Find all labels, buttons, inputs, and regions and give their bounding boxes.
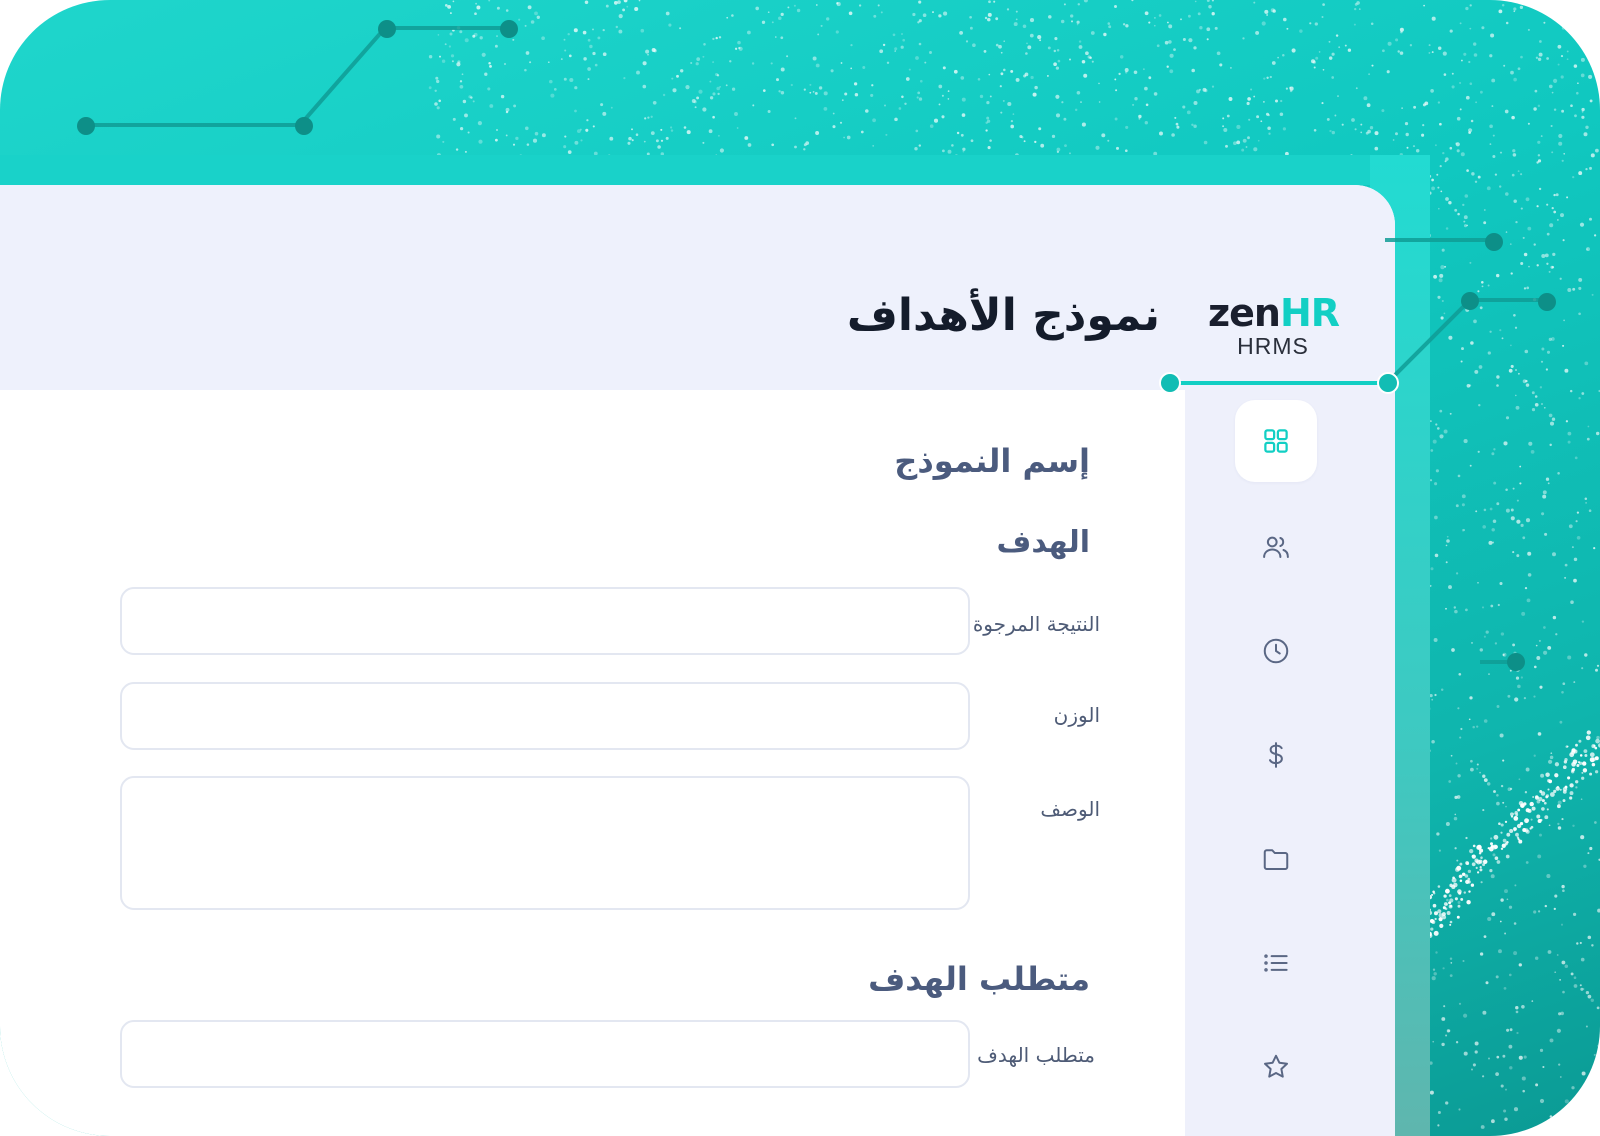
page-title: نموذج الأهداف — [846, 290, 1160, 341]
users-icon — [1263, 536, 1289, 558]
goal-requirement-label: متطلب الهدف — [977, 1043, 1095, 1067]
list-icon — [1264, 954, 1288, 972]
dollar-icon — [1269, 742, 1283, 768]
goal-requirement-input[interactable] — [120, 1020, 970, 1088]
app-window: نموذج الأهداف zenHR HRMS إسم النموذج اله… — [0, 185, 1395, 1136]
sidebar-item-employees[interactable] — [1235, 506, 1317, 588]
weight-input[interactable] — [120, 682, 970, 750]
expected-result-label: النتيجة المرجوة — [972, 612, 1100, 636]
sidebar-item-dashboard[interactable] — [1235, 400, 1317, 482]
sidebar-item-payroll[interactable] — [1235, 714, 1317, 796]
description-label: الوصف — [1040, 797, 1100, 821]
clock-icon — [1263, 638, 1289, 664]
expected-result-input[interactable] — [120, 587, 970, 655]
app-header: نموذج الأهداف zenHR HRMS — [0, 185, 1395, 390]
logo-zen-text: zen — [1208, 291, 1281, 335]
sidebar — [1185, 390, 1395, 1136]
goal-section-title: الهدف — [996, 525, 1090, 560]
logo-hr-text: HR — [1279, 291, 1340, 335]
weight-label: الوزن — [1053, 703, 1100, 727]
sidebar-item-list[interactable] — [1235, 922, 1317, 1004]
dashboard-grid-icon — [1264, 429, 1288, 453]
folder-icon — [1263, 849, 1289, 870]
sidebar-item-attendance[interactable] — [1235, 610, 1317, 692]
zenhr-logo: zenHR HRMS — [1208, 291, 1340, 359]
star-icon — [1264, 1054, 1288, 1078]
goal-form: إسم النموذج الهدف النتيجة المرجوة الوزن … — [0, 390, 1185, 1136]
logo-subtitle: HRMS — [1237, 333, 1309, 359]
sidebar-item-performance[interactable] — [1235, 1026, 1317, 1108]
description-textarea[interactable] — [120, 776, 970, 910]
sidebar-item-documents[interactable] — [1235, 818, 1317, 900]
template-name-title: إسم النموذج — [894, 442, 1090, 480]
decorative-band-top — [0, 155, 1400, 185]
logo-wordmark: zenHR — [1208, 291, 1340, 335]
background-frame: نموذج الأهداف zenHR HRMS إسم النموذج اله… — [0, 0, 1600, 1136]
goal-requirement-section-title: متطلب الهدف — [868, 960, 1090, 998]
